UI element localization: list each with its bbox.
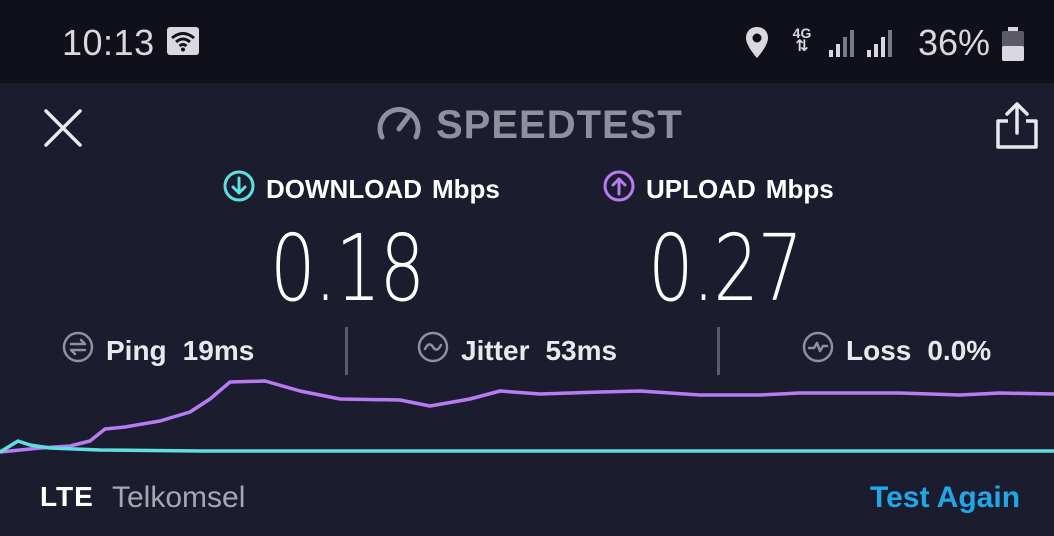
ping-icon	[62, 331, 94, 370]
download-graph-line	[0, 439, 1054, 454]
wifi-icon	[166, 26, 200, 61]
close-icon[interactable]	[40, 105, 86, 151]
carrier-name: Telkomsel	[112, 481, 246, 514]
jitter-label: Jitter	[461, 334, 530, 366]
loss-value: 0.0%	[927, 334, 992, 366]
upload-label: UPLOAD Mbps	[602, 169, 834, 210]
status-time: 10:13	[62, 22, 155, 63]
ping-value: 19ms	[182, 334, 255, 366]
upload-value: 0.27	[648, 215, 803, 322]
speedtest-result-screen: SPEEDTEST DOWNLOAD Mbps 0.18 UPLOAD Mbps…	[0, 83, 1054, 536]
status-bar: 10:13 4G ⇅ 36%	[0, 0, 1054, 83]
download-value: 0.18	[270, 215, 425, 322]
download-unit: Mbps	[431, 174, 500, 204]
download-arrow-icon	[222, 169, 256, 210]
4g-data-icon: 4G ⇅	[789, 26, 815, 55]
battery-icon	[1000, 26, 1026, 67]
battery-percent: 36%	[918, 22, 991, 63]
loss-label: Loss	[846, 334, 912, 366]
download-label-text: DOWNLOAD	[266, 174, 422, 204]
signal-icon	[866, 28, 894, 63]
share-icon[interactable]	[994, 101, 1040, 151]
upload-label-text: UPLOAD	[646, 174, 756, 204]
gauge-icon	[376, 103, 422, 148]
stat-divider	[717, 327, 720, 375]
download-label: DOWNLOAD Mbps	[222, 169, 500, 210]
speed-graph	[0, 379, 1054, 454]
location-icon	[744, 26, 770, 65]
signal-icon	[828, 28, 856, 63]
ping-stat: Ping 19ms	[62, 331, 254, 370]
jitter-icon	[417, 331, 449, 370]
loss-stat: Loss 0.0%	[802, 331, 991, 370]
jitter-stat: Jitter 53ms	[417, 331, 617, 370]
test-again-button[interactable]: Test Again	[870, 481, 1020, 515]
upload-graph-line	[0, 379, 1054, 454]
speedtest-logo: SPEEDTEST	[376, 101, 683, 149]
brand-title: SPEEDTEST	[436, 102, 683, 147]
ping-label: Ping	[106, 334, 167, 366]
upload-unit: Mbps	[765, 174, 834, 204]
stat-divider	[345, 327, 348, 375]
jitter-value: 53ms	[545, 334, 618, 366]
loss-icon	[802, 331, 834, 370]
connection-type: LTE	[40, 481, 94, 512]
upload-arrow-icon	[602, 169, 636, 210]
